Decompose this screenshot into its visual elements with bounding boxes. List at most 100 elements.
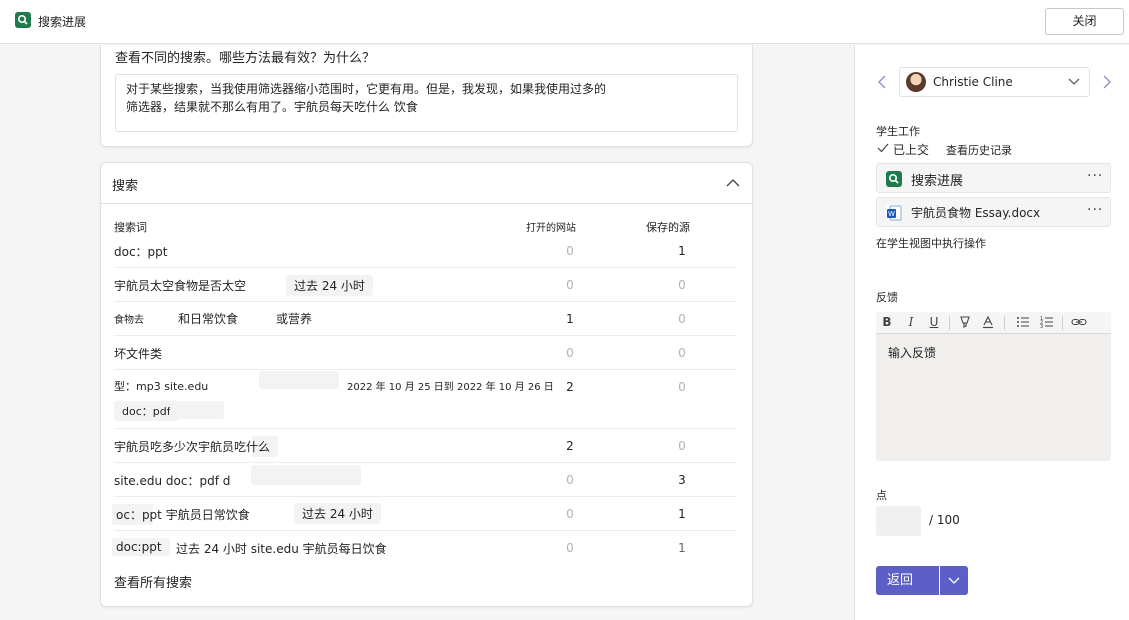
search-term: 宇航员吃多少次宇航员吃什么 bbox=[106, 436, 279, 457]
search-filter-chip: doc:ppt bbox=[112, 538, 170, 556]
table-row[interactable]: 食物去 和日常饮食 或营养 1 0 bbox=[114, 302, 736, 336]
column-header-saved: 保存的源 bbox=[646, 221, 690, 234]
chevron-right-icon[interactable] bbox=[1102, 75, 1112, 89]
search-term: doc：ppt bbox=[114, 245, 168, 259]
file-row-search-progress[interactable]: 搜索进展 ··· bbox=[876, 163, 1111, 193]
table-row[interactable]: 型：mp3 site.edu 2022 年 10 月 25 日到 2022 年 … bbox=[114, 370, 736, 429]
searches-card-header[interactable]: 搜索 bbox=[101, 163, 752, 204]
font-color-icon[interactable] bbox=[980, 315, 996, 332]
reflection-answer: 对于某些搜索，当我使用筛选器缩小范围时，它更有用。但是，我发现，如果我使用过多的… bbox=[115, 74, 738, 132]
saved-count: 1 bbox=[678, 244, 686, 258]
opened-count: 0 bbox=[566, 244, 574, 258]
points-label: 点 bbox=[876, 489, 887, 502]
submitted-status: 已上交 bbox=[893, 143, 930, 157]
toolbar-divider bbox=[1062, 316, 1063, 330]
bold-icon[interactable]: B bbox=[879, 315, 895, 329]
top-bar: 搜索进展 关闭 bbox=[0, 0, 1129, 44]
main-content: 查看不同的搜索。哪些方法最有效？为什么？ 对于某些搜索，当我使用筛选器缩小范围时… bbox=[0, 45, 854, 620]
chevron-down-icon bbox=[948, 577, 960, 584]
points-input[interactable] bbox=[876, 506, 921, 536]
chevron-up-icon[interactable] bbox=[725, 175, 741, 191]
table-row[interactable]: 宇航员太空食物是否太空 过去 24 小时 0 0 bbox=[106, 268, 736, 302]
search-term: oc：ppt 宇航员日常饮食 bbox=[112, 504, 258, 525]
grading-panel: Christie Cline 学生工作 已上交 查看历史记录 搜索进展 ··· … bbox=[854, 45, 1129, 620]
chevron-left-icon[interactable] bbox=[877, 75, 887, 89]
svg-text:W: W bbox=[888, 210, 895, 218]
app-title: 搜索进展 bbox=[38, 15, 87, 29]
points-total: / 100 bbox=[929, 513, 960, 527]
table-row[interactable]: oc：ppt 宇航员日常饮食 过去 24 小时 0 1 bbox=[112, 497, 736, 531]
student-selector[interactable]: Christie Cline bbox=[899, 67, 1090, 97]
feedback-input[interactable]: 输入反馈 bbox=[888, 344, 936, 361]
underline-icon[interactable]: U bbox=[926, 315, 942, 329]
close-button[interactable]: 关闭 bbox=[1045, 8, 1124, 35]
highlight-icon[interactable] bbox=[957, 315, 973, 332]
bullet-list-icon[interactable] bbox=[1015, 315, 1031, 332]
more-options-icon[interactable]: ··· bbox=[1087, 202, 1103, 218]
file-name: 搜索进展 bbox=[911, 174, 964, 189]
search-filter-chip: 过去 24 小时 bbox=[286, 275, 373, 296]
student-work-label: 学生工作 bbox=[876, 125, 920, 138]
table-row[interactable]: doc:ppt 过去 24 小时 site.edu 宇航员每日饮食 0 1 bbox=[112, 531, 736, 565]
searches-card-title: 搜索 bbox=[112, 179, 139, 194]
search-term: site.edu doc：pdf d bbox=[114, 474, 231, 488]
avatar bbox=[906, 72, 926, 92]
chevron-down-icon bbox=[1067, 76, 1081, 88]
word-doc-icon: W bbox=[886, 205, 902, 221]
opened-count: 2 bbox=[566, 380, 574, 394]
table-row[interactable]: site.edu doc：pdf d 0 3 bbox=[114, 463, 736, 497]
opened-count: 2 bbox=[566, 439, 574, 453]
column-header-term: 搜索词 bbox=[114, 221, 147, 234]
opened-count: 0 bbox=[566, 507, 574, 521]
svg-text:3: 3 bbox=[1040, 324, 1043, 329]
feedback-editor[interactable]: B I U 123 输入反馈 bbox=[876, 312, 1111, 461]
reflection-card: 查看不同的搜索。哪些方法最有效？为什么？ 对于某些搜索，当我使用筛选器缩小范围时… bbox=[100, 45, 753, 147]
search-progress-icon bbox=[15, 12, 31, 28]
search-filter-chip: doc：pdf bbox=[114, 401, 179, 421]
redacted-chip bbox=[259, 371, 339, 389]
more-options-icon[interactable]: ··· bbox=[1087, 168, 1103, 184]
saved-count: 0 bbox=[678, 346, 686, 360]
table-row[interactable]: doc：ppt 0 1 bbox=[114, 235, 736, 268]
return-options-button[interactable] bbox=[940, 566, 968, 595]
view-history-link[interactable]: 查看历史记录 bbox=[946, 142, 1012, 158]
italic-icon[interactable]: I bbox=[903, 315, 919, 329]
search-progress-icon bbox=[886, 171, 902, 187]
saved-count: 0 bbox=[678, 312, 686, 326]
answer-line: 对于某些搜索，当我使用筛选器缩小范围时，它更有用。但是，我发现，如果我使用过多的 bbox=[126, 82, 607, 96]
saved-count: 1 bbox=[678, 541, 686, 555]
search-term: 坏文件类 bbox=[114, 347, 163, 361]
reflection-question: 查看不同的搜索。哪些方法最有效？为什么？ bbox=[115, 51, 376, 66]
opened-count: 0 bbox=[566, 346, 574, 360]
return-button[interactable]: 返回 bbox=[876, 566, 939, 595]
redacted-chip bbox=[251, 465, 361, 485]
search-filter-chip: 过去 24 小时 bbox=[294, 503, 381, 524]
toolbar-divider bbox=[1004, 316, 1005, 330]
search-term: 过去 24 小时 site.edu 宇航员每日饮食 bbox=[176, 542, 387, 556]
table-row[interactable]: 宇航员吃多少次宇航员吃什么 2 0 bbox=[106, 429, 736, 463]
editor-toolbar: B I U 123 bbox=[876, 312, 1111, 334]
opened-count: 0 bbox=[566, 278, 574, 292]
search-term-part: 或营养 bbox=[276, 312, 313, 326]
table-row[interactable]: 坏文件类 0 0 bbox=[114, 336, 736, 370]
view-all-searches-link[interactable]: 查看所有搜索 bbox=[114, 572, 192, 591]
search-term: 型：mp3 site.edu bbox=[114, 380, 209, 393]
search-term: 食物去 bbox=[114, 315, 144, 326]
column-header-opened: 打开的网站 bbox=[526, 223, 576, 234]
search-term-part: 和日常饮食 bbox=[178, 312, 239, 326]
numbered-list-icon[interactable]: 123 bbox=[1039, 315, 1055, 332]
student-name: Christie Cline bbox=[933, 75, 1013, 89]
check-icon bbox=[877, 142, 889, 158]
toolbar-divider bbox=[949, 316, 950, 330]
search-term: 宇航员太空食物是否太空 bbox=[106, 275, 255, 296]
saved-count: 0 bbox=[678, 380, 686, 394]
answer-line: 筛选器，结果就不那么有用了。宇航员每天吃什么 饮食 bbox=[126, 100, 418, 114]
saved-count: 0 bbox=[678, 278, 686, 292]
file-name: 宇航员食物 Essay.docx bbox=[911, 206, 1041, 220]
redacted-chip bbox=[170, 401, 224, 419]
file-row-essay[interactable]: W 宇航员食物 Essay.docx ··· bbox=[876, 197, 1111, 227]
student-view-link[interactable]: 在学生视图中执行操作 bbox=[876, 235, 986, 251]
opened-count: 0 bbox=[566, 473, 574, 487]
saved-count: 3 bbox=[678, 473, 686, 487]
link-icon[interactable] bbox=[1071, 315, 1087, 332]
